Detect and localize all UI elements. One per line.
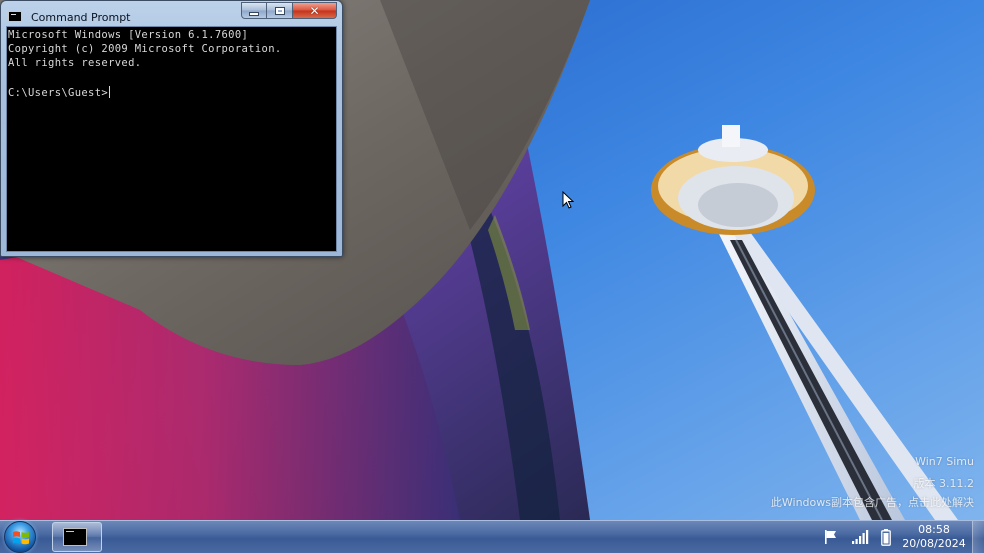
windows-logo-icon	[13, 531, 29, 545]
mouse-cursor-icon	[562, 191, 574, 209]
window-title: Command Prompt	[31, 11, 131, 24]
console-line: Microsoft Windows [Version 6.1.7600]	[8, 29, 249, 41]
console-output[interactable]: Microsoft Windows [Version 6.1.7600] Cop…	[6, 26, 337, 252]
system-clock[interactable]: 08:58 20/08/2024	[896, 523, 972, 551]
clock-time: 08:58	[918, 523, 950, 536]
console-prompt-line[interactable]: C:\Users\Guest>	[8, 86, 111, 99]
taskbar-command-prompt[interactable]	[52, 522, 102, 552]
show-desktop-button[interactable]	[972, 521, 984, 553]
action-center-flag-icon[interactable]	[823, 529, 839, 545]
watermark-version: 版本 3.11.2	[913, 477, 974, 490]
close-button[interactable]: ✕	[293, 2, 337, 19]
console-line: Copyright (c) 2009 Microsoft Corporation…	[8, 43, 282, 55]
close-icon: ✕	[309, 3, 320, 18]
window-controls: ✕	[241, 2, 337, 20]
command-prompt-icon	[63, 528, 87, 546]
command-prompt-icon	[8, 11, 22, 22]
watermark-product: Win7 Simu	[915, 455, 974, 468]
maximize-button[interactable]	[267, 2, 293, 19]
window-titlebar[interactable]: Command Prompt ✕	[1, 1, 342, 26]
clock-date: 20/08/2024	[902, 537, 966, 550]
minimize-icon	[249, 11, 259, 16]
watermark-notice[interactable]: 此Windows副本包含广告，点击此处解决	[771, 494, 974, 510]
console-line: All rights reserved.	[8, 57, 142, 69]
battery-icon[interactable]	[881, 529, 891, 546]
command-prompt-window[interactable]: Command Prompt ✕ Microsoft Windows [Vers…	[0, 0, 343, 257]
text-caret	[109, 86, 111, 98]
signal-bars-icon[interactable]	[851, 529, 869, 545]
start-button[interactable]	[4, 521, 36, 553]
minimize-button[interactable]	[241, 2, 267, 19]
maximize-icon	[274, 6, 285, 15]
console-prompt: C:\Users\Guest>	[8, 87, 109, 99]
taskbar: 08:58 20/08/2024	[0, 520, 984, 553]
